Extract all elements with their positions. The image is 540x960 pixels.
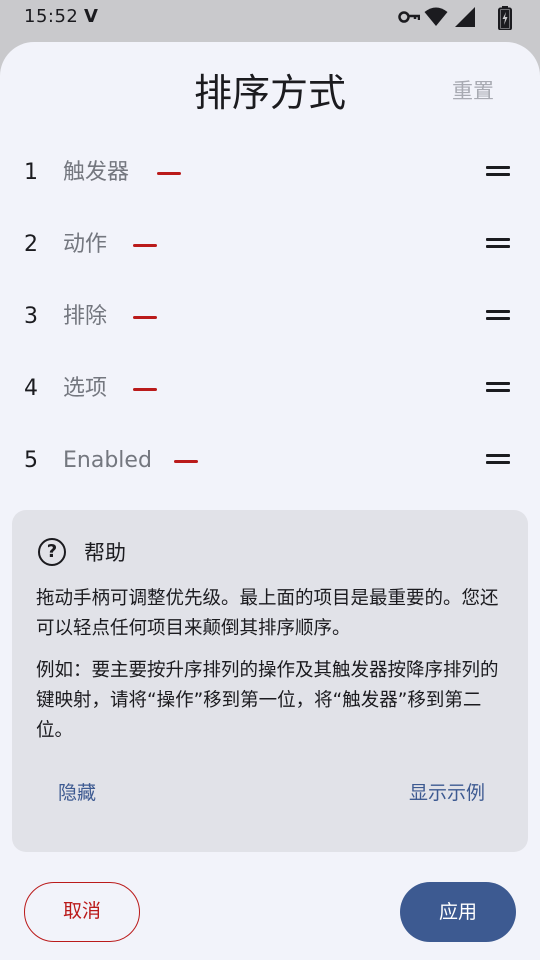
- drag-handle-icon[interactable]: [486, 238, 510, 254]
- sort-item-number: 3: [24, 304, 38, 329]
- sort-item-number: 1: [24, 160, 38, 185]
- sort-item-trigger[interactable]: 1 触发器: [0, 148, 540, 200]
- sort-item-label[interactable]: 排除: [63, 302, 107, 332]
- show-example-button[interactable]: 显示示例: [409, 778, 485, 808]
- help-paragraph-1: 拖动手柄可调整优先级。最上面的项目是最重要的。您还可以轻点任何项目来颠倒其排序顺…: [36, 588, 499, 639]
- hide-help-button[interactable]: 隐藏: [58, 778, 96, 808]
- sort-item-options[interactable]: 4 选项: [0, 364, 540, 416]
- help-card: ? 帮助 拖动手柄可调整优先级。最上面的项目是最重要的。您还可以轻点任何项目来颠…: [12, 510, 528, 852]
- drag-handle-icon[interactable]: [486, 454, 510, 470]
- drag-handle-icon[interactable]: [486, 310, 510, 326]
- wifi-icon: [424, 7, 448, 26]
- sort-item-number: 5: [24, 448, 38, 473]
- sort-order-indicator-icon[interactable]: [157, 172, 181, 175]
- sort-order-indicator-icon[interactable]: [174, 460, 198, 463]
- sort-item-number: 2: [24, 232, 38, 257]
- help-paragraph-2: 例如：要主要按升序排列的操作及其触发器按降序排列的键映射，请将“操作”移到第一位…: [36, 660, 499, 741]
- cancel-button[interactable]: 取消: [24, 882, 140, 942]
- sort-item-label[interactable]: Enabled: [63, 446, 152, 476]
- vpn-v-icon: V: [84, 6, 98, 27]
- sort-item-enabled[interactable]: 5 Enabled: [0, 436, 540, 488]
- sort-item-number: 4: [24, 376, 38, 401]
- sort-item-label[interactable]: 选项: [63, 374, 107, 404]
- sort-item-label[interactable]: 动作: [63, 230, 107, 260]
- signal-icon: [455, 7, 475, 27]
- sort-item-exclude[interactable]: 3 排除: [0, 292, 540, 344]
- sort-item-label[interactable]: 触发器: [63, 158, 129, 188]
- status-time: 15:52: [24, 6, 79, 27]
- help-circle-icon: ?: [38, 538, 66, 566]
- help-title: 帮助: [84, 541, 126, 565]
- reset-button[interactable]: 重置: [452, 76, 494, 106]
- sort-order-indicator-icon[interactable]: [133, 244, 157, 247]
- status-bar: 15:52 V: [0, 0, 540, 36]
- key-icon: [398, 11, 420, 23]
- drag-handle-icon[interactable]: [486, 166, 510, 182]
- sort-item-action[interactable]: 2 动作: [0, 220, 540, 272]
- battery-charging-icon: [498, 6, 512, 30]
- drag-handle-icon[interactable]: [486, 382, 510, 398]
- sort-order-indicator-icon[interactable]: [133, 316, 157, 319]
- apply-button[interactable]: 应用: [400, 882, 516, 942]
- sort-bottom-sheet: 排序方式 重置 1 触发器 2 动作 3 排除 4 选项 5 Enabled ?…: [0, 42, 540, 960]
- sort-order-indicator-icon[interactable]: [133, 388, 157, 391]
